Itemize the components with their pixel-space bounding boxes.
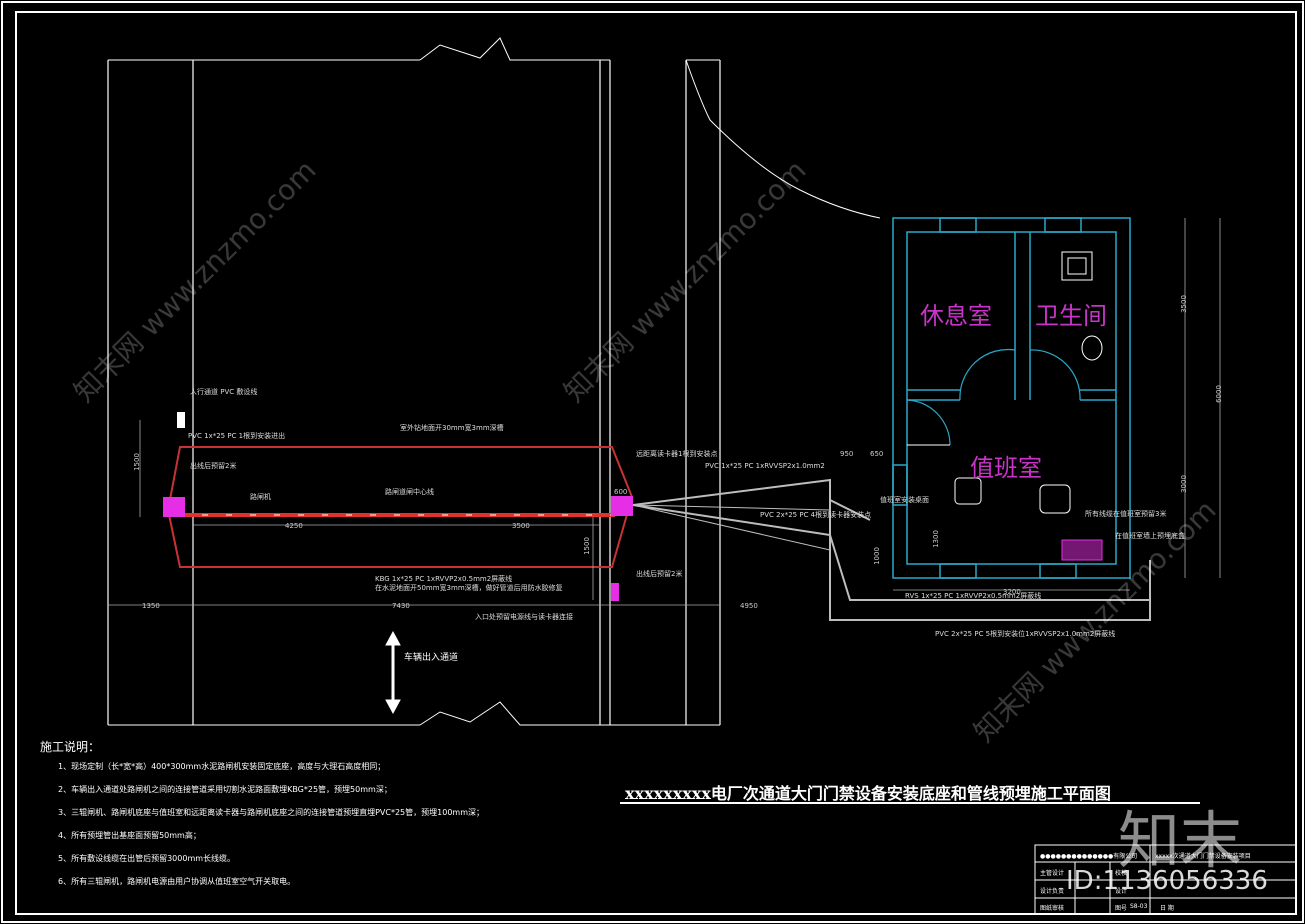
note-item: 2、车辆出入通道处路闸机之间的连接管道采用切割水泥路面敷埋KBG*25管，预埋5…	[58, 785, 392, 794]
annotation: 路闸道闸中心线	[385, 488, 434, 496]
annotation: 在水泥地面开50mm宽3mm深槽，做好管道后用防水胶修复	[375, 584, 563, 592]
break-symbol-bottom	[419, 701, 720, 726]
drawing-title: xxxxxxxxx电厂次通道大门门禁设备安装底座和管线预埋施工平面图	[625, 784, 1111, 803]
dimension-text: 3500	[512, 522, 530, 530]
annotation: 路闸机	[250, 493, 271, 501]
room-label-rest: 休息室	[920, 302, 992, 330]
annotation: 出线后预留2米	[190, 462, 237, 470]
room-label-toilet: 卫生间	[1035, 302, 1107, 330]
dimension-text: 4250	[285, 522, 303, 530]
note-item: 6、所有三辊闸机，路闸机电源由用户协调从值班室空气开关取电。	[58, 877, 296, 886]
dimension-text: 6000	[1214, 385, 1223, 403]
tb-row-label: 图纸审核	[1040, 905, 1065, 912]
annotation: 值班室安装桌面	[880, 496, 929, 504]
toilet-fixture	[1061, 251, 1093, 281]
sink-fixture	[1081, 335, 1103, 361]
dimension-text: 1500	[132, 453, 141, 471]
tb-drawing-no: S8-03	[1130, 903, 1148, 910]
door-arc-toilet	[1029, 349, 1081, 401]
card-reader	[611, 583, 619, 601]
dimension-text: 650	[870, 450, 884, 458]
tb-row-label: 设计负责	[1040, 888, 1065, 895]
annotation: PVC 1x*25 PC 1xRVVSP2x1.0mm2	[705, 462, 825, 470]
reader-box-left	[177, 412, 185, 428]
break-symbol-top	[419, 37, 610, 61]
note-item: 3、三辊闸机、路闸机底座与值班室和远距离读卡器与路闸机底座之间的连接管道预埋直埋…	[58, 808, 485, 817]
door-arc-duty	[906, 399, 951, 446]
annotation: 入口处预留电源线与读卡器连接	[475, 613, 573, 621]
notes-heading: 施工说明：	[40, 740, 101, 754]
dimension-text: 600	[614, 488, 628, 496]
cabinet	[1061, 539, 1103, 561]
tb-row-label: 主管设计	[1040, 870, 1065, 877]
trench-outline	[166, 446, 634, 568]
tb-col-label: 图号	[1115, 905, 1128, 912]
annotation: 室外钻地面开30mm宽3mm深槽	[400, 424, 504, 432]
annotation: PVC 1x*25 PC 1根到安装进出	[188, 432, 286, 440]
chair-2	[1039, 484, 1071, 514]
dimension-text: 950	[840, 450, 854, 458]
dimension-text: 3500	[1179, 295, 1188, 313]
direction-arrow-icon	[385, 630, 401, 715]
construction-notes: 施工说明： 1、现场定制（长*宽*高）400*300mm水泥路闸机安装固定底座，…	[40, 738, 484, 887]
room-label-duty: 值班室	[970, 454, 1042, 482]
note-item: 1、现场定制（长*宽*高）400*300mm水泥路闸机安装固定底座，高度与大理石…	[58, 762, 386, 771]
tb-col-label: 日 期	[1160, 905, 1174, 912]
annotation: 所有线缆在值班室预留3米	[1085, 510, 1167, 518]
note-item: 5、所有敷设线缆在出管后预留3000mm长线缆。	[58, 854, 236, 863]
toilet-fixture-inner	[1067, 257, 1087, 275]
dimension-text: 3000	[1179, 475, 1188, 493]
annotation: PVC 2x*25 PC 4根到读卡器安装点	[760, 511, 872, 519]
dimension-text: 4950	[740, 602, 758, 610]
dimension-text: 1500	[582, 537, 591, 555]
dimension-text: 1350	[142, 602, 160, 610]
duty-room-walls	[892, 217, 1131, 579]
annotation: KBG 1x*25 PC 1xRVVP2x0.5mm2屏蔽线	[375, 575, 513, 583]
dimension-text: 1300	[931, 530, 940, 548]
note-item: 4、所有预埋管出基座面预留50mm高；	[58, 831, 201, 840]
dimension-text: 7430	[392, 602, 410, 610]
annotation: 远距离读卡器1根到安装点	[636, 450, 718, 458]
door-arc-rest	[959, 348, 1016, 401]
annotation: 出线后预留2米	[636, 570, 683, 578]
gate-post-right	[611, 496, 633, 516]
direction-label: 车辆出入通道	[404, 653, 459, 663]
annotation: 人行通道 PVC 敷设线	[190, 388, 258, 396]
watermark-id: ID:1136056336	[1066, 866, 1268, 896]
dimension-text: 1000	[872, 547, 881, 565]
dimension-text: 3200	[1003, 588, 1021, 596]
gate-post-left	[163, 497, 185, 517]
